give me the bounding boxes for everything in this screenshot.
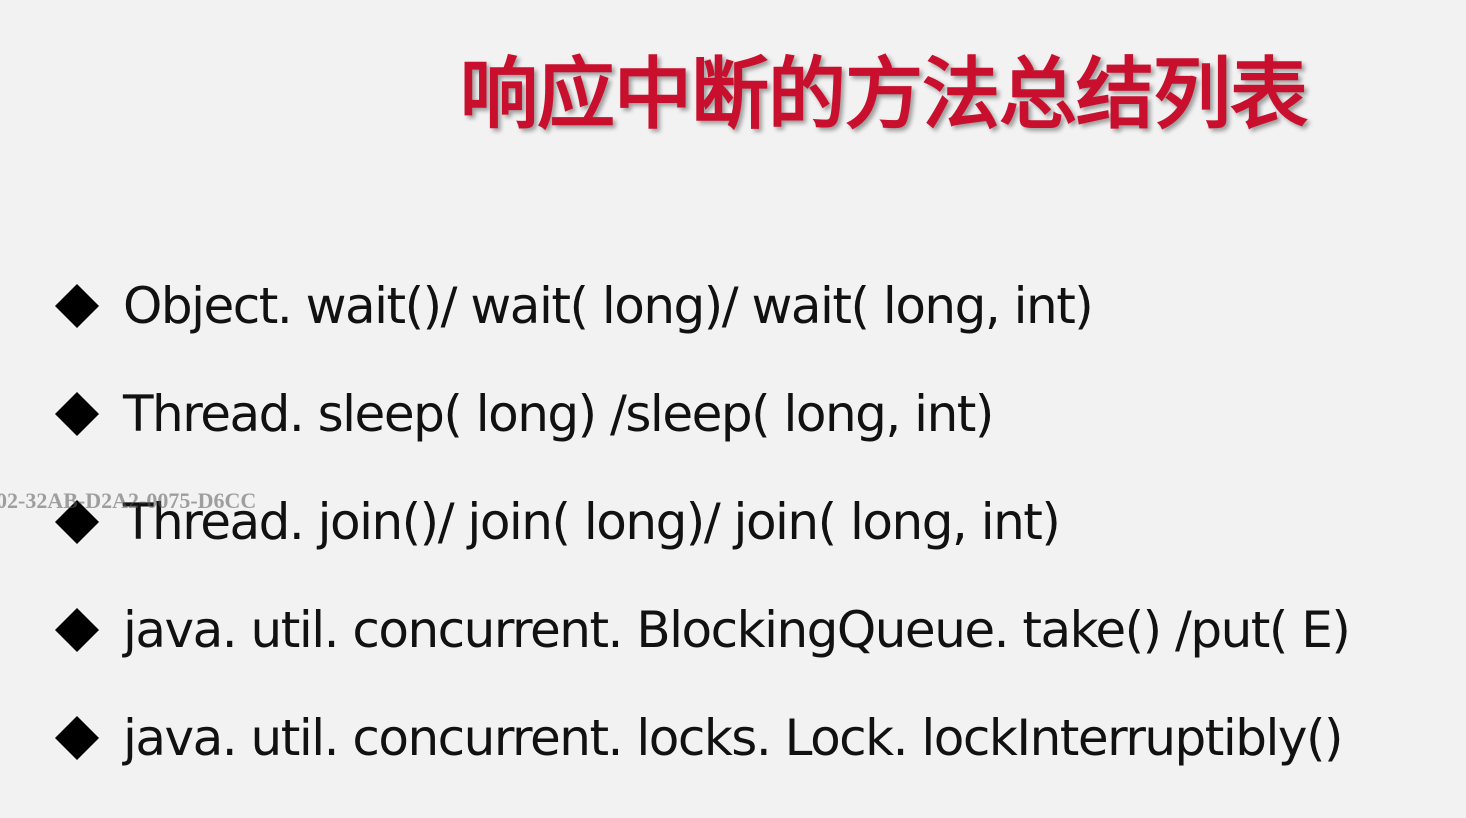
method-list: Object. wait()/ wait( long)/ wait( long,… bbox=[55, 252, 1455, 792]
diamond-bullet-icon bbox=[55, 608, 99, 652]
list-item: Object. wait()/ wait( long)/ wait( long,… bbox=[55, 252, 1455, 360]
list-item: java. util. concurrent. locks. Lock. loc… bbox=[55, 684, 1455, 792]
slide-title: 响应中断的方法总结列表 bbox=[460, 50, 1308, 140]
slide: 响应中断的方法总结列表 Object. wait()/ wait( long)/… bbox=[0, 0, 1466, 818]
diamond-bullet-icon bbox=[55, 392, 99, 436]
list-item-text: java. util. concurrent. locks. Lock. loc… bbox=[123, 709, 1344, 767]
diamond-bullet-icon bbox=[55, 284, 99, 328]
list-item: Thread. join()/ join( long)/ join( long,… bbox=[55, 468, 1455, 576]
list-item-text: java. util. concurrent. BlockingQueue. t… bbox=[123, 601, 1351, 659]
list-item-text: Object. wait()/ wait( long)/ wait( long,… bbox=[123, 277, 1094, 335]
diamond-bullet-icon bbox=[55, 500, 99, 544]
list-item-text: Thread. sleep( long) /sleep( long, int) bbox=[123, 385, 994, 443]
list-item: java. util. concurrent. BlockingQueue. t… bbox=[55, 576, 1455, 684]
list-item: Thread. sleep( long) /sleep( long, int) bbox=[55, 360, 1455, 468]
list-item-text: Thread. join()/ join( long)/ join( long,… bbox=[123, 493, 1061, 551]
diamond-bullet-icon bbox=[55, 716, 99, 760]
